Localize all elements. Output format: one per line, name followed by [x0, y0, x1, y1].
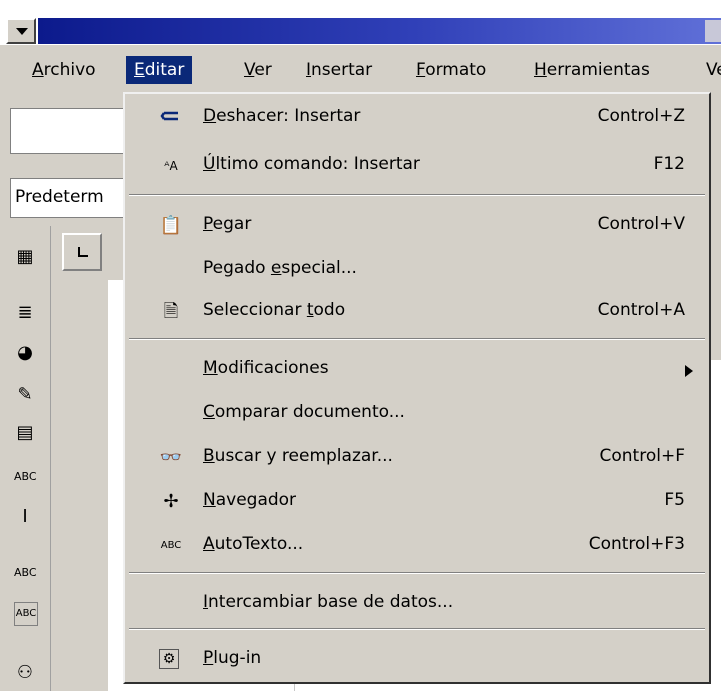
menu-ventana[interactable]: Ve	[698, 56, 721, 84]
title-bar-fill[interactable]	[38, 18, 721, 44]
menu-insertar-rest: nsertar	[311, 60, 373, 80]
spellcheck-icon[interactable]: ABC	[14, 562, 37, 584]
menu-item-autotext-shortcut: Control+F3	[588, 534, 685, 554]
insert-object-icon[interactable]: ◕	[14, 342, 36, 364]
menu-ventana-label: Ve	[706, 60, 721, 80]
autospellcheck-icon[interactable]: ABC	[14, 602, 38, 626]
select-all-icon: 🗎	[163, 301, 179, 322]
plugin-icon: ⚙	[159, 649, 179, 669]
menu-item-exchange-database-label: Intercambiar base de datos...	[203, 592, 454, 612]
menu-item-repeat-label: Último comando: Insertar	[203, 154, 420, 174]
menu-separator	[129, 572, 705, 574]
menu-item-select-all[interactable]: 🗎 Seleccionar todo Control+A	[125, 292, 709, 332]
title-bar	[0, 0, 721, 45]
window-icon[interactable]	[705, 20, 721, 42]
menu-item-compare[interactable]: Comparar documento...	[125, 394, 709, 434]
menu-item-changes-label: Modificaciones	[203, 358, 329, 378]
menu-item-repeat-shortcut: F12	[653, 154, 685, 174]
menu-archivo[interactable]: Archivo	[24, 56, 104, 84]
menu-item-autotext-label: AutoTexto...	[203, 534, 304, 554]
apply-style-field[interactable]	[10, 108, 126, 154]
menu-item-paste-special[interactable]: Pegado especial...	[125, 250, 709, 290]
menu-herramientas-rest: erramientas	[546, 60, 650, 80]
menu-item-compare-label: Comparar documento...	[203, 402, 405, 422]
menu-separator	[129, 194, 705, 196]
menu-item-paste-shortcut: Control+V	[597, 214, 685, 234]
menu-item-find-replace-label: Buscar y reemplazar...	[203, 446, 393, 466]
menu-bar: Archivo Editar Ver Insertar Formato Herr…	[0, 45, 721, 91]
menu-item-changes[interactable]: Modificaciones	[125, 350, 709, 390]
menu-item-paste-label: Pegar	[203, 214, 252, 234]
tab-stop-selector[interactable]	[62, 233, 102, 271]
menu-item-plugin[interactable]: ⚙ Plug-in	[125, 640, 709, 680]
menu-insertar[interactable]: Insertar	[298, 56, 380, 84]
menu-item-navigator-shortcut: F5	[664, 490, 685, 510]
navigator-icon: ✢	[163, 491, 179, 512]
paste-icon: 📋	[159, 215, 183, 236]
menu-item-plugin-label: Plug-in	[203, 648, 262, 668]
menu-item-paste-special-label: Pegado especial...	[203, 258, 357, 278]
menu-herramientas[interactable]: Herramientas	[526, 56, 658, 84]
text-cursor-icon[interactable]: Ⅰ	[14, 506, 36, 528]
menu-item-navigator-label: Navegador	[203, 490, 297, 510]
autotext-icon: ABC	[160, 540, 182, 551]
menu-item-undo-shortcut: Control+Z	[597, 106, 685, 126]
undo-icon	[159, 107, 183, 129]
binoculars-icon: 👓	[159, 447, 183, 468]
draw-icon[interactable]: ✎	[14, 384, 36, 406]
menu-separator	[129, 628, 705, 630]
menu-separator	[129, 338, 705, 340]
menu-archivo-rest: rchivo	[43, 60, 96, 80]
window-menu-button[interactable]	[6, 18, 36, 44]
menu-item-undo-label: Deshacer: Insertar	[203, 106, 361, 126]
submenu-arrow-icon	[685, 365, 693, 377]
menu-formato[interactable]: Formato	[408, 56, 494, 84]
menu-item-autotext[interactable]: ABC AutoTexto... Control+F3	[125, 526, 709, 566]
menu-item-navigator[interactable]: ✢ Navegador F5	[125, 482, 709, 522]
menu-item-repeat[interactable]: ᴬA Último comando: Insertar F12	[125, 146, 709, 186]
main-toolbar: ▦ ≣ ◕ ✎ ▤ ABC Ⅰ ABC ABC ⚇	[0, 226, 51, 691]
menu-ver-rest: er	[254, 60, 272, 80]
autotext-toolbar-icon[interactable]: ABC	[14, 466, 37, 488]
menu-item-select-all-label: Seleccionar todo	[203, 300, 346, 320]
form-icon[interactable]: ▤	[14, 422, 36, 444]
menu-formato-rest: ormato	[425, 60, 487, 80]
menu-editar[interactable]: Editar	[126, 56, 193, 84]
menu-item-select-all-shortcut: Control+A	[597, 300, 685, 320]
paragraph-style-value: Predeterm	[15, 187, 104, 207]
menu-item-exchange-database[interactable]: Intercambiar base de datos...	[125, 584, 709, 624]
paragraph-style-field[interactable]: Predeterm	[10, 178, 126, 218]
table-icon[interactable]: ▦	[14, 246, 36, 268]
repeat-icon: ᴬA	[164, 159, 178, 173]
edit-menu: Deshacer: Insertar Control+Z ᴬA Último c…	[123, 92, 711, 684]
menu-item-find-replace[interactable]: 👓 Buscar y reemplazar... Control+F	[125, 438, 709, 478]
left-tab-icon	[78, 247, 88, 257]
menu-item-find-replace-shortcut: Control+F	[599, 446, 685, 466]
menu-editar-rest: ditar	[144, 60, 185, 80]
find-toolbar-icon[interactable]: ⚇	[14, 662, 36, 684]
menu-ver[interactable]: Ver	[236, 56, 280, 84]
menu-item-paste[interactable]: 📋 Pegar Control+V	[125, 206, 709, 246]
menu-item-undo[interactable]: Deshacer: Insertar Control+Z	[125, 98, 709, 138]
insert-fields-icon[interactable]: ≣	[14, 302, 36, 324]
